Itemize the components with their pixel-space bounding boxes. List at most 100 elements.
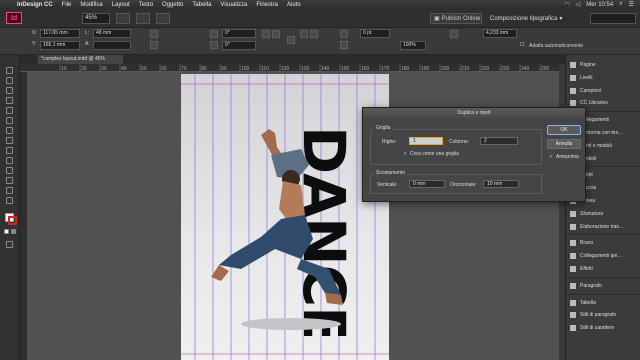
- apply-color-icon[interactable]: [4, 229, 9, 234]
- panel-item[interactable]: Sfumatura: [566, 208, 640, 220]
- preview-checkbox[interactable]: ✓ Anteprima: [549, 154, 579, 160]
- zoom-level-field[interactable]: 45%: [82, 12, 110, 24]
- shear-field[interactable]: 0°: [222, 41, 256, 50]
- pen-tool-icon[interactable]: [6, 117, 13, 124]
- scale-x-icon[interactable]: [150, 30, 158, 38]
- rows-field[interactable]: 1: [409, 137, 443, 145]
- selection-tool-icon[interactable]: [6, 67, 13, 74]
- hyperlinks-icon: [570, 253, 576, 260]
- panel-item[interactable]: Paragrafo: [566, 280, 640, 292]
- dancer-photo[interactable]: [201, 119, 366, 334]
- create-grid-checkbox[interactable]: ✓ Crea come una griglia: [403, 151, 459, 157]
- screen-mode-icon[interactable]: [6, 241, 13, 248]
- fill-stroke-swatches-icon[interactable]: [5, 213, 17, 225]
- menu-modifica[interactable]: Modifica: [80, 2, 102, 8]
- menu-aiuto[interactable]: Aiuto: [287, 2, 301, 8]
- panel-item-label: Tabella: [580, 299, 596, 306]
- x-label: X:: [32, 30, 37, 36]
- opacity-field[interactable]: 100%: [400, 41, 426, 50]
- search-icon[interactable]: ⌕: [619, 1, 622, 8]
- rotate-icon[interactable]: [210, 30, 218, 38]
- fx-effects-icon[interactable]: [450, 30, 458, 38]
- menu-visualizza[interactable]: Visualizza: [220, 2, 247, 8]
- panel-item[interactable]: Pagine: [566, 59, 640, 71]
- menu-testo[interactable]: Testo: [139, 2, 153, 8]
- pencil-tool-icon[interactable]: [6, 127, 13, 134]
- panel-separator: [566, 293, 640, 295]
- gap-size-field[interactable]: 4,233 mm: [483, 29, 517, 38]
- menu-list-icon[interactable]: ☰: [629, 1, 634, 8]
- panel-item[interactable]: Collegamenti ipe…: [566, 250, 640, 262]
- volume-icon[interactable]: ◁: [576, 1, 581, 8]
- type-tool-icon[interactable]: [6, 97, 13, 104]
- stroke-weight-field[interactable]: 0 pt: [360, 29, 390, 38]
- menu-tabella[interactable]: Tabella: [192, 2, 211, 8]
- select-content-icon[interactable]: [310, 30, 318, 38]
- gradient-tool-icon[interactable]: [6, 177, 13, 184]
- panel-item[interactable]: Campioni: [566, 85, 640, 97]
- panel-item-label: Collegamenti ipe…: [580, 253, 623, 260]
- scissors-tool-icon[interactable]: [6, 157, 13, 164]
- apple-icon[interactable]: [4, 1, 11, 8]
- fill-swatch-icon[interactable]: [340, 30, 348, 38]
- adobe-stock-search[interactable]: [590, 13, 636, 24]
- hand-tool-icon[interactable]: [6, 187, 13, 194]
- panel-item[interactable]: Tabella: [566, 297, 640, 309]
- panel-item[interactable]: Effetti: [566, 263, 640, 275]
- horizontal-ruler[interactable]: 10 20 30 40 50 60 70 80 90 100 110 120 130 140 150 160 1…: [20, 64, 565, 72]
- height-field[interactable]: [93, 41, 131, 50]
- cancel-button[interactable]: Annulla: [547, 139, 581, 149]
- publish-online-button[interactable]: ▣ Publish Online: [430, 13, 482, 24]
- document-page[interactable]: DANCE: [181, 74, 389, 360]
- panel-item-label: CC Libraries: [580, 100, 608, 107]
- panel-item[interactable]: Stili di carattere: [566, 322, 640, 334]
- width-field[interactable]: 48 mm: [93, 29, 131, 38]
- rectangle-frame-tool-icon[interactable]: [6, 137, 13, 144]
- view-options-button[interactable]: [116, 12, 130, 24]
- menu-finestra[interactable]: Finestra: [256, 2, 278, 8]
- flip-vertical-icon[interactable]: [272, 30, 280, 38]
- panel-item[interactable]: Brano: [566, 237, 640, 249]
- shear-icon[interactable]: [210, 41, 218, 49]
- menu-oggetto[interactable]: Oggetto: [162, 2, 183, 8]
- autofit-label: Adatta automaticamente: [529, 43, 584, 49]
- panel-item[interactable]: Livelli: [566, 72, 640, 84]
- zoom-tool-icon[interactable]: [6, 197, 13, 204]
- y-position-field[interactable]: 165,1 mm: [40, 41, 80, 50]
- horizontal-offset-field[interactable]: 10 mm: [483, 180, 519, 188]
- panel-item[interactable]: Stili di paragrafo: [566, 309, 640, 321]
- panel-item[interactable]: Elaborazione tras…: [566, 221, 640, 233]
- document-tab[interactable]: *complex layout.indd @ 45%: [38, 55, 123, 64]
- vertical-offset-field[interactable]: 0 mm: [409, 180, 445, 188]
- ok-button[interactable]: OK: [547, 125, 581, 135]
- arrange-documents-button[interactable]: [156, 12, 170, 24]
- workspace-label: Composizione tipografica: [490, 15, 558, 22]
- vertical-ruler[interactable]: [20, 72, 28, 360]
- wifi-icon[interactable]: ◠: [564, 1, 569, 8]
- transform-tool-icon[interactable]: [6, 167, 13, 174]
- rotation-field[interactable]: 0°: [222, 29, 256, 38]
- autofit-checkbox[interactable]: ☐: [520, 43, 525, 48]
- menu-file[interactable]: File: [62, 2, 72, 8]
- x-position-field[interactable]: 117,65 mm: [40, 29, 80, 38]
- menu-layout[interactable]: Layout: [112, 2, 130, 8]
- flip-horizontal-icon[interactable]: [262, 30, 270, 38]
- columns-field[interactable]: 2: [480, 137, 518, 145]
- direct-selection-tool-icon[interactable]: [6, 77, 13, 84]
- chevron-down-icon: ▾: [559, 16, 563, 22]
- line-tool-icon[interactable]: [6, 107, 13, 114]
- menu-app-name[interactable]: InDesign CC: [17, 2, 53, 8]
- panel-separator: [566, 276, 640, 278]
- panel-item-label: Paragrafo: [580, 282, 602, 289]
- select-container-icon[interactable]: [300, 30, 308, 38]
- page-tool-icon[interactable]: [6, 87, 13, 94]
- stroke-swatch-icon[interactable]: [340, 41, 348, 49]
- reference-point-icon[interactable]: [287, 36, 295, 44]
- libraries-icon: [570, 100, 576, 107]
- apply-none-icon[interactable]: [11, 229, 16, 234]
- screen-mode-button[interactable]: [136, 12, 150, 24]
- rectangle-tool-icon[interactable]: [6, 147, 13, 154]
- clock[interactable]: Mer 10:54: [586, 2, 613, 8]
- scale-y-icon[interactable]: [150, 41, 158, 49]
- workspace-switcher[interactable]: Composizione tipografica ▾: [490, 13, 572, 24]
